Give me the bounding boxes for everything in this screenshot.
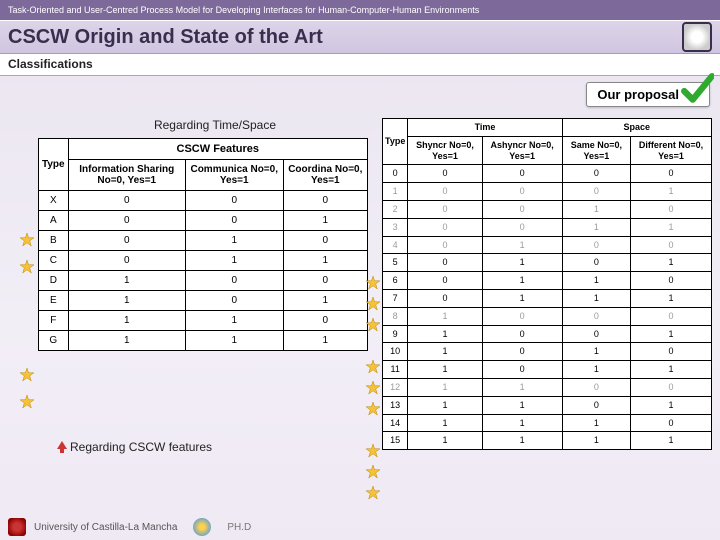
table-row: B010 [39,231,368,251]
title-bar: CSCW Origin and State of the Art [0,20,720,54]
table-row: C011 [39,251,368,271]
table-row: 141110 [383,414,712,432]
table-row: 111011 [383,361,712,379]
star-icon [366,465,380,479]
page-title: CSCW Origin and State of the Art [8,26,323,49]
checkmark-icon [680,72,714,106]
star-icon [366,444,380,458]
star-icon [366,402,380,416]
star-icon [366,297,380,311]
table-row: 131101 [383,396,712,414]
university-name: University of Castilla-La Mancha [34,522,177,533]
subtitle: Classifications [0,54,720,76]
star-icon [20,260,34,274]
star-icon [366,360,380,374]
star-icon [366,276,380,290]
table-row: 50101 [383,254,712,272]
col-asyn: Ashyncr No=0, Yes=1 [482,136,562,165]
table-row: 151111 [383,432,712,450]
col-coord: Coordina No=0, Yes=1 [283,160,367,191]
col-time: Time [408,119,562,137]
table-row: 40100 [383,236,712,254]
col-info: Information Sharing No=0, Yes=1 [68,160,185,191]
features-label: CSCW Features [68,139,367,160]
table-row: G111 [39,331,368,351]
table-row: 60110 [383,272,712,290]
table-row: 70111 [383,289,712,307]
table-row: X000 [39,191,368,211]
table-row: 20010 [383,200,712,218]
col-type: Type [39,139,69,191]
star-icon [366,381,380,395]
timespace-table: Type Time Space Shyncr No=0, Yes=1 Ashyn… [382,118,712,450]
phd-label: PH.D [227,522,251,533]
crest-icon [193,518,211,536]
features-table: Type CSCW Features Information Sharing N… [38,138,368,351]
table-row: F110 [39,311,368,331]
arrow-up-icon [56,440,68,452]
seal-icon [682,22,712,52]
breadcrumb: Task-Oriented and User-Centred Process M… [0,0,720,20]
star-icon [20,368,34,382]
table-row: D100 [39,271,368,291]
left-heading: Regarding Time/Space [60,118,370,132]
table-row: A001 [39,211,368,231]
star-icon [366,318,380,332]
uni-logo-icon [8,518,26,536]
star-icon [20,233,34,247]
col-same: Same No=0, Yes=1 [562,136,630,165]
star-icon [20,395,34,409]
table-row: 10001 [383,183,712,201]
table-row: 81000 [383,307,712,325]
table-row: E101 [39,291,368,311]
table-row: 00000 [383,165,712,183]
col-type-r: Type [383,119,408,165]
table-row: 30011 [383,218,712,236]
col-space: Space [562,119,711,137]
table-row: 101010 [383,343,712,361]
regarding-features: Regarding CSCW features [70,440,212,454]
col-syn: Shyncr No=0, Yes=1 [408,136,482,165]
table-row: 121100 [383,378,712,396]
col-diff: Different No=0, Yes=1 [631,136,712,165]
footer: University of Castilla-La Mancha PH.D [0,516,720,538]
star-icon [366,486,380,500]
table-row: 91001 [383,325,712,343]
col-comm: Communica No=0, Yes=1 [185,160,283,191]
